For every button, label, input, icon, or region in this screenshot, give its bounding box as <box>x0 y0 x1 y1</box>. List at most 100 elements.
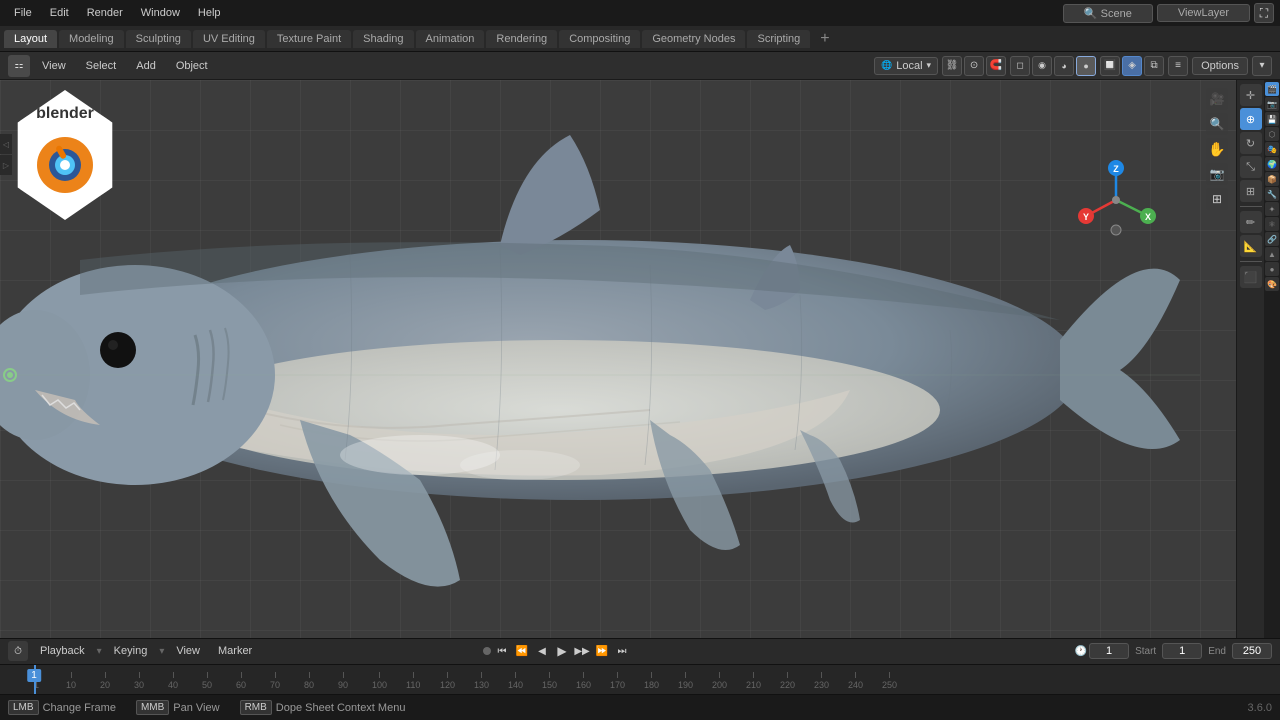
editor-type-icon[interactable]: ⚏ <box>8 55 30 77</box>
prop-object-icon[interactable]: 📦 <box>1265 172 1279 186</box>
viewport-gizmo-toggle[interactable]: 🔲 <box>1100 56 1120 76</box>
proportional-edit-icon[interactable]: ⊙ <box>964 56 984 76</box>
viewport-gizmo[interactable]: Z X Y <box>1076 160 1156 240</box>
prop-material-icon[interactable]: ● <box>1265 262 1279 276</box>
left-edge-icon-1[interactable]: ◁ <box>0 134 12 154</box>
tab-sculpting[interactable]: Sculpting <box>126 30 191 48</box>
frame-end-input[interactable]: 250 <box>1232 643 1272 659</box>
tl-keying-menu[interactable]: Keying <box>108 643 154 659</box>
frame-start-input[interactable]: 1 <box>1162 643 1202 659</box>
viewport-xray-toggle[interactable]: ⧉ <box>1144 56 1164 76</box>
left-edge-icon-2[interactable]: ▷ <box>0 155 12 175</box>
tl-marker-menu[interactable]: Marker <box>212 643 258 659</box>
prop-modifier-icon[interactable]: 🔧 <box>1265 187 1279 201</box>
tl-view-menu[interactable]: View <box>170 643 206 659</box>
menu-edit[interactable]: Edit <box>42 5 77 21</box>
prop-data-icon[interactable]: ▲ <box>1265 247 1279 261</box>
local-dropdown[interactable]: 🌐 Local ▾ <box>874 57 938 75</box>
viewport-menu-add[interactable]: Add <box>128 58 164 74</box>
tab-uv-editing[interactable]: UV Editing <box>193 30 265 48</box>
tab-texture-paint[interactable]: Texture Paint <box>267 30 351 48</box>
viewport-menu-view[interactable]: View <box>34 58 74 74</box>
measure-tool[interactable]: 📐 <box>1240 235 1262 257</box>
add-cube-tool[interactable]: ⬛ <box>1240 266 1262 288</box>
step-back-btn[interactable]: ⏪ <box>513 642 531 660</box>
play-back-btn[interactable]: ◀ <box>533 642 551 660</box>
camera-perspective-icon[interactable]: 🎥 <box>1206 88 1228 110</box>
prop-scene-props-icon[interactable]: 🎭 <box>1265 142 1279 156</box>
wireframe-shading-btn[interactable]: ◻ <box>1010 56 1030 76</box>
menu-file[interactable]: File <box>6 5 40 21</box>
frame-controls: 🕐 1 Start 1 End 250 <box>1075 643 1272 659</box>
tab-scripting[interactable]: Scripting <box>747 30 810 48</box>
timeline-frames[interactable]: 1 1 10 20 30 40 50 60 70 80 90 100 110 1… <box>0 665 1280 694</box>
tab-geometry-nodes[interactable]: Geometry Nodes <box>642 30 745 48</box>
current-frame-icon: 🕐 <box>1075 646 1087 657</box>
grid-toggle-icon[interactable]: ⊞ <box>1206 188 1228 210</box>
menu-help[interactable]: Help <box>190 5 229 21</box>
add-workspace-btn[interactable]: + <box>816 30 833 48</box>
tab-rendering[interactable]: Rendering <box>486 30 557 48</box>
menu-render[interactable]: Render <box>79 5 131 21</box>
status-lmb: LMB Change Frame <box>8 700 116 715</box>
tab-modeling[interactable]: Modeling <box>59 30 124 48</box>
tab-animation[interactable]: Animation <box>416 30 485 48</box>
3d-viewport[interactable]: blender ◁ ▷ <box>0 80 1236 638</box>
playback-dot[interactable] <box>483 647 491 655</box>
step-forward-btn[interactable]: ⏩ <box>593 642 611 660</box>
viewport-menu-object[interactable]: Object <box>168 58 216 74</box>
scale-tool[interactable]: ⤡ <box>1240 156 1262 178</box>
play-forward-btn[interactable]: ▶▶ <box>573 642 591 660</box>
prop-particles-icon[interactable]: ✦ <box>1265 202 1279 216</box>
viewport-options-toggle[interactable]: ≡ <box>1168 56 1188 76</box>
jump-end-btn[interactable]: ⏭ <box>613 642 631 660</box>
rendered-shading-btn[interactable]: ● <box>1076 56 1096 76</box>
tab-shading[interactable]: Shading <box>353 30 413 48</box>
viewport-hand-icon[interactable]: ✋ <box>1206 138 1228 160</box>
camera-icon[interactable]: 📷 <box>1206 163 1228 185</box>
menu-window[interactable]: Window <box>133 5 188 21</box>
prop-texture-icon[interactable]: 🎨 <box>1265 277 1279 291</box>
material-shading-btn[interactable]: ◕ <box>1054 56 1074 76</box>
prop-physics-icon[interactable]: ⚛ <box>1265 217 1279 231</box>
rotate-tool[interactable]: ↻ <box>1240 132 1262 154</box>
tl-playback-menu[interactable]: Playback <box>34 643 91 659</box>
link-icon[interactable]: ⛓ <box>942 56 962 76</box>
viewport-search-icon[interactable]: 🔍 <box>1206 113 1228 135</box>
play-btn[interactable]: ▶ <box>553 642 571 660</box>
frame-tick-220: 220 <box>780 665 795 694</box>
viewport-overlay-icons: 🎥 🔍 ✋ 📷 ⊞ <box>1206 88 1228 210</box>
rmb-label: Dope Sheet Context Menu <box>276 702 406 714</box>
options-chevron-icon[interactable]: ▾ <box>1252 56 1272 76</box>
jump-start-btn[interactable]: ⏮ <box>493 642 511 660</box>
prop-render-icon[interactable]: 📷 <box>1265 97 1279 111</box>
tab-layout[interactable]: Layout <box>4 30 57 48</box>
prop-viewlayer-icon[interactable]: ⬡ <box>1265 127 1279 141</box>
blender-logo: blender <box>10 90 120 220</box>
fullscreen-icon[interactable]: ⛶ <box>1254 3 1274 23</box>
frame-ruler[interactable]: 1 1 10 20 30 40 50 60 70 80 90 100 110 1… <box>4 665 1276 694</box>
solid-shading-btn[interactable]: ◉ <box>1032 56 1052 76</box>
properties-panel: 🎬 📷 💾 ⬡ 🎭 🌍 📦 🔧 ✦ ⚛ 🔗 ▲ ● 🎨 <box>1264 80 1280 638</box>
options-button[interactable]: Options <box>1192 57 1248 75</box>
timeline-editor-type[interactable]: ⏱ <box>8 641 28 661</box>
viewport-overlay-toggle[interactable]: ◈ <box>1122 56 1142 76</box>
tab-compositing[interactable]: Compositing <box>559 30 640 48</box>
annotate-tool[interactable]: ✏ <box>1240 211 1262 233</box>
current-frame-input[interactable]: 1 <box>1089 643 1129 659</box>
prop-scene-icon[interactable]: 🎬 <box>1265 82 1279 96</box>
frame-tick-10: 10 <box>66 665 76 694</box>
move-tool[interactable]: ⊕ <box>1240 108 1262 130</box>
prop-output-icon[interactable]: 💾 <box>1265 112 1279 126</box>
snap-icon[interactable]: 🧲 <box>986 56 1006 76</box>
prop-constraints-icon[interactable]: 🔗 <box>1265 232 1279 246</box>
timeline: ⏱ Playback ▾ Keying ▾ View Marker ⏮ ⏪ ◀ … <box>0 638 1280 694</box>
viewport-menu-select[interactable]: Select <box>78 58 125 74</box>
right-toolbar: ✛ ⊕ ↻ ⤡ ⊞ ✏ 📐 ⬛ <box>1236 80 1264 638</box>
cursor-tool[interactable]: ✛ <box>1240 84 1262 106</box>
left-edge-panel: ◁ ▷ <box>0 134 14 175</box>
prop-world-icon[interactable]: 🌍 <box>1265 157 1279 171</box>
transform-tool[interactable]: ⊞ <box>1240 180 1262 202</box>
end-label: End <box>1208 646 1226 657</box>
frame-tick-100: 100 <box>372 665 387 694</box>
